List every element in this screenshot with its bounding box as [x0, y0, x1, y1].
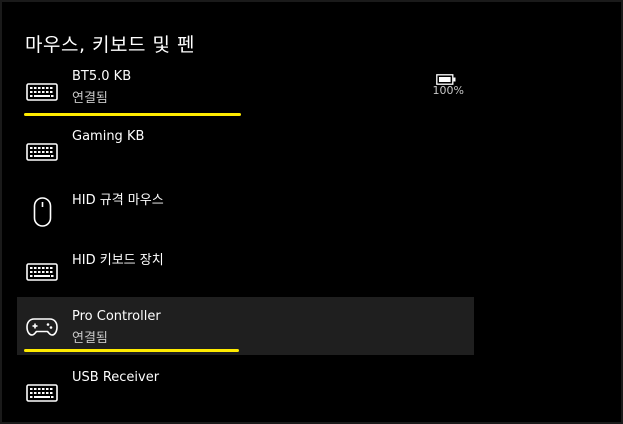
- keyboard-icon: [25, 75, 59, 109]
- keyboard-icon: [25, 135, 59, 169]
- device-item-bt5-kb[interactable]: BT5.0 KB 연결됨 100%: [17, 65, 474, 123]
- keyboard-icon: [25, 255, 59, 289]
- device-status: 연결됨: [72, 91, 108, 106]
- device-status: 연결됨: [72, 331, 108, 346]
- device-item-hid-keyboard[interactable]: HID 키보드 장치: [17, 245, 474, 303]
- highlight-underline: [24, 113, 241, 116]
- device-item-gaming-kb[interactable]: Gaming KB: [17, 125, 474, 183]
- device-item-pro-controller[interactable]: Pro Controller 연결됨: [17, 297, 474, 355]
- device-name: HID 키보드 장치: [72, 253, 164, 268]
- section-title: 마우스, 키보드 및 펜: [25, 34, 195, 56]
- device-name: BT5.0 KB: [72, 69, 132, 84]
- gamepad-icon: [25, 310, 59, 344]
- highlight-underline: [24, 349, 239, 352]
- device-name: USB Receiver: [72, 370, 160, 385]
- keyboard-icon: [25, 376, 59, 410]
- battery-level: 100%: [432, 84, 464, 97]
- device-item-usb-receiver[interactable]: USB Receiver: [17, 366, 474, 424]
- device-name: Gaming KB: [72, 129, 145, 144]
- battery-indicator: 100%: [424, 68, 464, 100]
- device-name: HID 규격 마우스: [72, 193, 164, 208]
- mouse-icon: [25, 195, 59, 229]
- device-item-hid-mouse[interactable]: HID 규격 마우스: [17, 185, 474, 243]
- device-name: Pro Controller: [72, 309, 161, 324]
